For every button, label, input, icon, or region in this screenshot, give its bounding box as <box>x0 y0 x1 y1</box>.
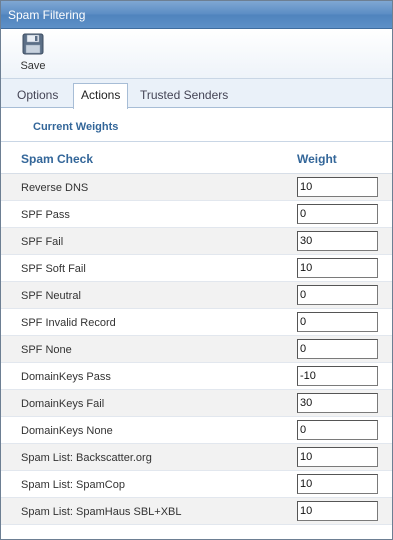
weight-input[interactable] <box>297 474 378 494</box>
toolbar: Save <box>1 29 392 79</box>
spam-check-name: DomainKeys Fail <box>21 398 105 410</box>
tab-trusted-senders[interactable]: Trusted Senders <box>132 83 236 108</box>
table-row: Spam List: Backscatter.org <box>1 444 392 471</box>
weight-input[interactable] <box>297 258 378 278</box>
weight-input[interactable] <box>297 177 378 197</box>
spam-check-name: Spam List: SpamCop <box>21 479 125 491</box>
save-button-label: Save <box>20 60 46 72</box>
table-row: Spam List: SpamHaus SBL+XBL <box>1 498 392 525</box>
spam-check-name: DomainKeys None <box>21 425 113 437</box>
weight-input[interactable] <box>297 366 378 386</box>
table-row: DomainKeys Fail <box>1 390 392 417</box>
table-row: SPF Fail <box>1 228 392 255</box>
spam-check-name: Spam List: SpamHaus SBL+XBL <box>21 506 182 518</box>
weight-input[interactable] <box>297 501 378 521</box>
table-row: Reverse DNS <box>1 174 392 201</box>
weight-input[interactable] <box>297 447 378 467</box>
table-row: SPF None <box>1 336 392 363</box>
column-header-weight: Weight <box>297 152 337 166</box>
column-header-spam-check: Spam Check <box>21 152 94 166</box>
table-row: SPF Pass <box>1 201 392 228</box>
spam-filtering-window: Spam Filtering Save Options Actions Trus… <box>0 0 393 540</box>
table-row: DomainKeys Pass <box>1 363 392 390</box>
section-title: Current Weights <box>33 121 119 133</box>
table-header: Spam Check Weight <box>1 142 392 174</box>
weight-input[interactable] <box>297 231 378 251</box>
table-row: SPF Soft Fail <box>1 255 392 282</box>
save-button[interactable]: Save <box>13 32 53 76</box>
table-row: Spam List: SpamCop <box>1 471 392 498</box>
weight-input[interactable] <box>297 204 378 224</box>
table-row: DomainKeys None <box>1 417 392 444</box>
weight-input[interactable] <box>297 420 378 440</box>
table-row: SPF Invalid Record <box>1 309 392 336</box>
weight-input[interactable] <box>297 312 378 332</box>
tab-options[interactable]: Options <box>9 83 66 108</box>
weight-input[interactable] <box>297 393 378 413</box>
tab-actions[interactable]: Actions <box>73 83 129 109</box>
floppy-disk-icon <box>22 33 44 55</box>
weight-input[interactable] <box>297 285 378 305</box>
spam-check-name: SPF Fail <box>21 236 64 248</box>
tab-bar: Options Actions Trusted Senders <box>1 79 392 109</box>
table-row: SPF Neutral <box>1 282 392 309</box>
weights-table: Reverse DNS SPF Pass SPF Fail SPF Soft F… <box>1 174 392 525</box>
weight-input[interactable] <box>297 339 378 359</box>
spam-check-name: SPF Neutral <box>21 290 81 302</box>
spam-check-name: Spam List: Backscatter.org <box>21 452 152 464</box>
spam-check-name: SPF Invalid Record <box>21 317 116 329</box>
spam-check-name: SPF None <box>21 344 72 356</box>
spam-check-name: Reverse DNS <box>21 182 89 194</box>
window-title: Spam Filtering <box>1 1 392 29</box>
spam-check-name: SPF Soft Fail <box>21 263 86 275</box>
spam-check-name: DomainKeys Pass <box>21 371 111 383</box>
spam-check-name: SPF Pass <box>21 209 70 221</box>
